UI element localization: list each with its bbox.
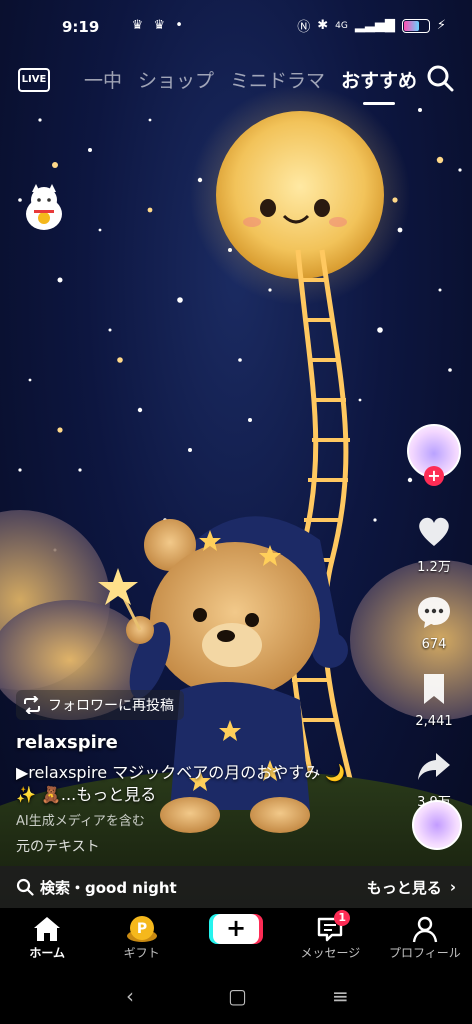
post-username[interactable]: relaxspire xyxy=(16,732,118,753)
heart-icon xyxy=(419,517,449,546)
see-more-link[interactable]: もっと見る › xyxy=(367,877,456,898)
status-time: 9:19 xyxy=(62,18,100,36)
charging-icon: ⚡ xyxy=(436,18,446,33)
svg-text:P: P xyxy=(136,921,146,937)
home-icon xyxy=(34,917,61,941)
nav-home[interactable]: ホーム xyxy=(0,908,94,968)
save-button[interactable]: 2,441 xyxy=(406,670,462,729)
lucky-cat-icon[interactable] xyxy=(22,182,66,232)
nav-profile-label: プロフィール xyxy=(388,946,461,960)
comment-button[interactable]: 674 xyxy=(406,593,462,652)
bluetooth-icon: ✱ xyxy=(317,18,329,33)
signal-icon: ▂▃▅▇ xyxy=(354,18,395,33)
chevron-right-icon: › xyxy=(449,878,456,896)
repost-icon xyxy=(24,696,40,714)
original-text-link[interactable]: 元のテキスト xyxy=(16,836,100,856)
top-nav: LIVE 一中 ショップ ミニドラマ おすすめ xyxy=(0,60,472,105)
create-plus-icon: + xyxy=(213,914,260,944)
network-label: 4G xyxy=(335,20,348,31)
repost-label: フォロワーに再投稿 xyxy=(48,698,174,714)
nav-messages[interactable]: 1 メッセージ xyxy=(283,908,377,968)
nav-home-label: ホーム xyxy=(29,946,66,960)
nav-profile[interactable]: プロフィール xyxy=(378,908,472,968)
action-rail: + 1.2万 674 2,441 3.9万 xyxy=(406,424,462,810)
profile-icon xyxy=(412,916,438,943)
ai-generated-label: AI生成メディアを含む xyxy=(16,814,145,829)
sound-disc[interactable] xyxy=(412,800,462,850)
bookmark-icon xyxy=(424,674,444,704)
recents-icon[interactable]: ≡ xyxy=(332,984,349,1008)
live-icon: LIVE xyxy=(18,68,50,92)
nav-messages-label: メッセージ xyxy=(300,946,361,960)
nav-gift[interactable]: P ギフト xyxy=(94,908,188,968)
tab-partial[interactable]: 一中 xyxy=(84,66,122,93)
nav-gift-label: ギフト xyxy=(123,946,160,960)
save-count: 2,441 xyxy=(415,714,453,729)
follow-button[interactable]: + xyxy=(424,466,444,486)
live-button[interactable]: LIVE xyxy=(18,64,50,92)
bottom-nav: ホーム P ギフト + 1 メッセージ プロフィール xyxy=(0,908,472,968)
search-icon xyxy=(16,878,34,896)
system-nav: ‹ ▢ ≡ xyxy=(0,968,472,1024)
comment-icon xyxy=(418,597,450,628)
comment-count: 674 xyxy=(421,637,447,652)
home-square-icon[interactable]: ▢ xyxy=(228,984,247,1008)
caption-line-1: ▶relaxspire マジックベアの月のおやすみ 🌙 xyxy=(16,763,346,782)
tab-shop[interactable]: ショップ xyxy=(138,66,214,93)
battery-icon xyxy=(401,18,430,33)
share-icon xyxy=(418,753,450,780)
creator-avatar[interactable]: + xyxy=(407,424,461,486)
see-more-label: もっと見る xyxy=(366,878,442,897)
nav-create[interactable]: + xyxy=(189,908,283,968)
search-suggestion-text: 検索・good night xyxy=(40,878,177,897)
like-count: 1.2万 xyxy=(417,560,451,575)
status-right: Ⓝ ✱ 4G ▂▃▅▇ ⚡ xyxy=(297,16,446,35)
back-icon[interactable]: ‹ xyxy=(126,984,134,1008)
search-suggestion-bar[interactable]: 検索・good night もっと見る › xyxy=(0,866,472,908)
search-icon[interactable] xyxy=(426,64,454,92)
repost-indicator[interactable]: フォロワーに再投稿 xyxy=(16,690,184,720)
feed-tabs: 一中 ショップ ミニドラマ おすすめ xyxy=(84,66,417,105)
gift-coin-icon: P xyxy=(126,916,157,942)
caption-line-2: ✨ 🧸...もっと見る xyxy=(16,785,157,804)
tab-for-you[interactable]: おすすめ xyxy=(341,66,417,105)
post-caption[interactable]: ▶relaxspire マジックベアの月のおやすみ 🌙 ✨ 🧸...もっと見る xyxy=(16,762,376,806)
like-button[interactable]: 1.2万 xyxy=(406,512,462,575)
nfc-icon: Ⓝ xyxy=(297,20,311,35)
tab-mini-drama[interactable]: ミニドラマ xyxy=(230,66,325,93)
notification-icons: ♛ ♛ • xyxy=(96,18,186,33)
status-bar: 9:19 ♛ ♛ • Ⓝ ✱ 4G ▂▃▅▇ ⚡ xyxy=(0,0,472,56)
